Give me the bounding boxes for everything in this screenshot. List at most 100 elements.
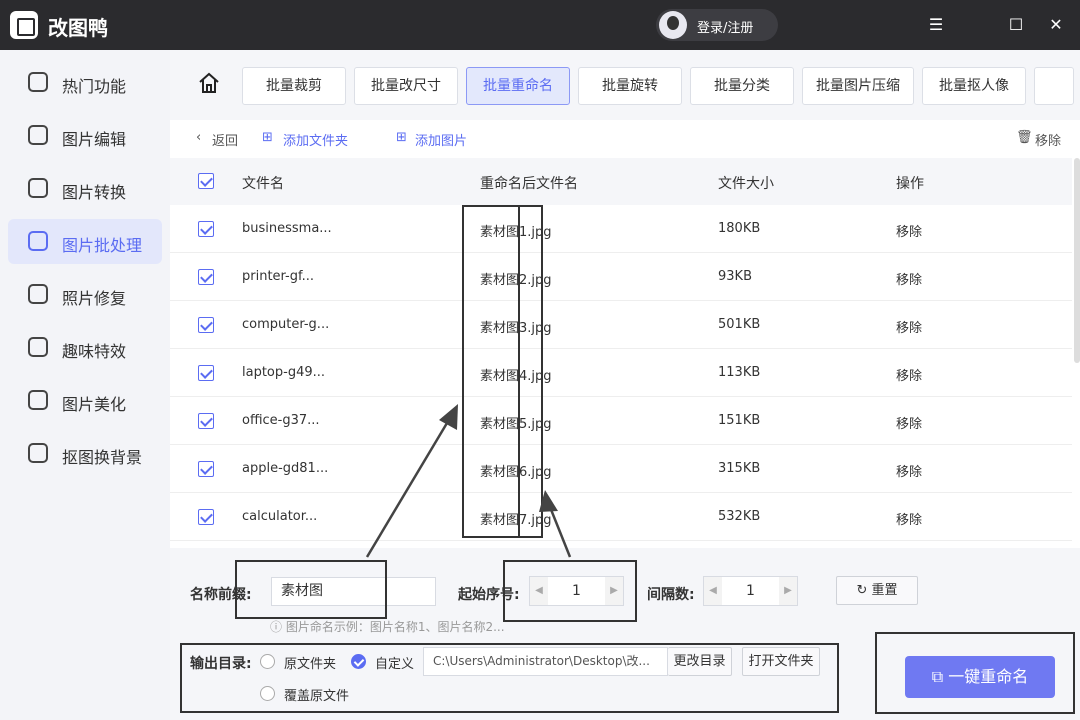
remove-row-button[interactable]: 移除 bbox=[896, 413, 922, 432]
prefix-input[interactable]: 素材图 bbox=[271, 577, 436, 606]
sidebar-item-batch[interactable]: 图片批处理 bbox=[8, 219, 162, 264]
sidebar-item-cutout[interactable]: 抠图换背景 bbox=[8, 431, 162, 476]
row-checkbox[interactable] bbox=[198, 509, 214, 525]
original-folder-label: 原文件夹 bbox=[284, 657, 337, 672]
tab-more[interactable] bbox=[1034, 67, 1074, 105]
file-size: 151KB bbox=[718, 413, 761, 428]
login-label: 登录/注册 bbox=[697, 21, 754, 36]
file-size: 532KB bbox=[718, 509, 761, 524]
file-name: calculator... bbox=[242, 509, 318, 524]
home-icon[interactable] bbox=[198, 72, 220, 94]
remove-row-button[interactable]: 移除 bbox=[896, 269, 922, 288]
start-number-value: 1 bbox=[572, 583, 581, 599]
header-size: 文件大小 bbox=[718, 176, 774, 192]
remove-row-button[interactable]: 移除 bbox=[896, 317, 922, 336]
refresh-icon: ↻ bbox=[856, 583, 872, 598]
sidebar-item-label: 抠图换背景 bbox=[62, 448, 143, 467]
tab-batch-rotate[interactable]: 批量旋转 bbox=[578, 67, 682, 105]
feature-tabs: 批量裁剪 批量改尺寸 批量重命名 批量旋转 批量分类 批量图片压缩 批量抠人像 bbox=[170, 50, 1080, 120]
sidebar-item-edit[interactable]: 图片编辑 bbox=[8, 113, 162, 158]
table-row: calculator... 素材图7.jpg 532KB 移除 bbox=[170, 493, 1072, 541]
change-dir-button[interactable]: 更改目录 bbox=[668, 647, 732, 676]
sidebar-item-label: 照片修复 bbox=[62, 289, 127, 308]
radio-custom[interactable] bbox=[351, 654, 366, 669]
image-beautify-icon bbox=[28, 390, 48, 410]
maximize-icon[interactable]: ☐ bbox=[1004, 13, 1028, 37]
row-checkbox[interactable] bbox=[198, 317, 214, 333]
file-size: 180KB bbox=[718, 221, 761, 236]
select-all-checkbox[interactable] bbox=[198, 173, 214, 189]
sidebar-item-effects[interactable]: 趣味特效 bbox=[8, 325, 162, 370]
trash-icon[interactable]: 🗑 bbox=[1016, 130, 1033, 145]
add-folder-icon[interactable]: ⊞ bbox=[262, 130, 273, 145]
add-folder-button[interactable]: 添加文件夹 bbox=[283, 130, 348, 149]
remove-row-button[interactable]: 移除 bbox=[896, 461, 922, 480]
table-row: printer-gf... 素材图2.jpg 93KB 移除 bbox=[170, 253, 1072, 301]
sidebar-item-label: 趣味特效 bbox=[62, 342, 127, 361]
add-image-icon[interactable]: ⊞ bbox=[396, 130, 407, 145]
file-name: laptop-g49... bbox=[242, 365, 326, 380]
open-folder-button[interactable]: 打开文件夹 bbox=[742, 647, 820, 676]
radio-original-folder[interactable] bbox=[260, 654, 275, 669]
close-icon[interactable]: ✕ bbox=[1044, 13, 1068, 37]
file-size: 501KB bbox=[718, 317, 761, 332]
row-checkbox[interactable] bbox=[198, 269, 214, 285]
decrease-icon[interactable]: ◀ bbox=[704, 577, 722, 605]
start-number-stepper[interactable]: ◀ 1 ▶ bbox=[529, 576, 624, 606]
remove-row-button[interactable]: 移除 bbox=[896, 365, 922, 384]
sidebar-item-label: 热门功能 bbox=[62, 77, 127, 96]
renamed-file-name: 素材图6.jpg bbox=[480, 465, 552, 480]
cutout-icon bbox=[28, 443, 48, 463]
back-button[interactable]: 返回 bbox=[212, 130, 238, 149]
renamed-file-name: 素材图1.jpg bbox=[480, 225, 552, 240]
table-row: businessma... 素材图1.jpg 180KB 移除 bbox=[170, 205, 1072, 253]
sidebar: 热门功能 图片编辑 图片转换 图片批处理 照片修复 趣味特效 图片美化 抠图换背… bbox=[0, 50, 170, 720]
remove-all-button[interactable]: 移除 bbox=[1035, 130, 1061, 149]
reset-button[interactable]: ↻ 重置 bbox=[836, 576, 918, 605]
avatar bbox=[659, 11, 687, 39]
row-checkbox[interactable] bbox=[198, 221, 214, 237]
tab-batch-rename[interactable]: 批量重命名 bbox=[466, 67, 570, 105]
tab-batch-classify[interactable]: 批量分类 bbox=[690, 67, 794, 105]
app-logo-icon bbox=[10, 11, 38, 39]
back-chevron-icon[interactable]: ‹ bbox=[196, 130, 201, 145]
title-bar: 改图鸭 登录/注册 ☰ ☐ ✕ bbox=[0, 0, 1080, 50]
tab-batch-portrait[interactable]: 批量抠人像 bbox=[922, 67, 1026, 105]
increase-icon[interactable]: ▶ bbox=[779, 577, 797, 605]
renamed-file-name: 素材图7.jpg bbox=[480, 513, 552, 528]
table-row: apple-gd81... 素材图6.jpg 315KB 移除 bbox=[170, 445, 1072, 493]
row-checkbox[interactable] bbox=[198, 365, 214, 381]
convert-icon bbox=[28, 178, 48, 198]
rename-all-button[interactable]: ⧉ 一键重命名 bbox=[905, 656, 1055, 698]
increase-icon[interactable]: ▶ bbox=[605, 577, 623, 605]
row-checkbox[interactable] bbox=[198, 413, 214, 429]
menu-icon[interactable]: ☰ bbox=[924, 13, 948, 37]
row-checkbox[interactable] bbox=[198, 461, 214, 477]
file-size: 93KB bbox=[718, 269, 752, 284]
sidebar-item-convert[interactable]: 图片转换 bbox=[8, 166, 162, 211]
start-number-label: 起始序号: bbox=[458, 587, 520, 603]
tab-batch-compress[interactable]: 批量图片压缩 bbox=[802, 67, 914, 105]
file-name: apple-gd81... bbox=[242, 461, 329, 476]
custom-label: 自定义 bbox=[375, 657, 415, 672]
remove-row-button[interactable]: 移除 bbox=[896, 509, 922, 528]
login-button[interactable]: 登录/注册 bbox=[656, 9, 778, 41]
remove-row-button[interactable]: 移除 bbox=[896, 221, 922, 240]
file-name: printer-gf... bbox=[242, 269, 315, 284]
sidebar-item-repair[interactable]: 照片修复 bbox=[8, 272, 162, 317]
reset-label: 重置 bbox=[871, 583, 898, 598]
file-size: 315KB bbox=[718, 461, 761, 476]
decrease-icon[interactable]: ◀ bbox=[530, 577, 548, 605]
batch-icon bbox=[28, 231, 48, 251]
add-image-button[interactable]: 添加图片 bbox=[415, 130, 467, 149]
renamed-file-name: 素材图2.jpg bbox=[480, 273, 552, 288]
tab-batch-resize[interactable]: 批量改尺寸 bbox=[354, 67, 458, 105]
sidebar-item-hot[interactable]: 热门功能 bbox=[8, 60, 162, 105]
naming-hint: ⓘ 图片命名示例：图片名称1、图片名称2... bbox=[270, 620, 505, 634]
radio-overwrite[interactable] bbox=[260, 686, 275, 701]
tab-batch-crop[interactable]: 批量裁剪 bbox=[242, 67, 346, 105]
table-scrollbar[interactable] bbox=[1074, 158, 1080, 363]
interval-stepper[interactable]: ◀ 1 ▶ bbox=[703, 576, 798, 606]
sidebar-item-beautify[interactable]: 图片美化 bbox=[8, 378, 162, 423]
output-path-field[interactable]: C:\Users\Administrator\Desktop\改... bbox=[423, 647, 668, 676]
